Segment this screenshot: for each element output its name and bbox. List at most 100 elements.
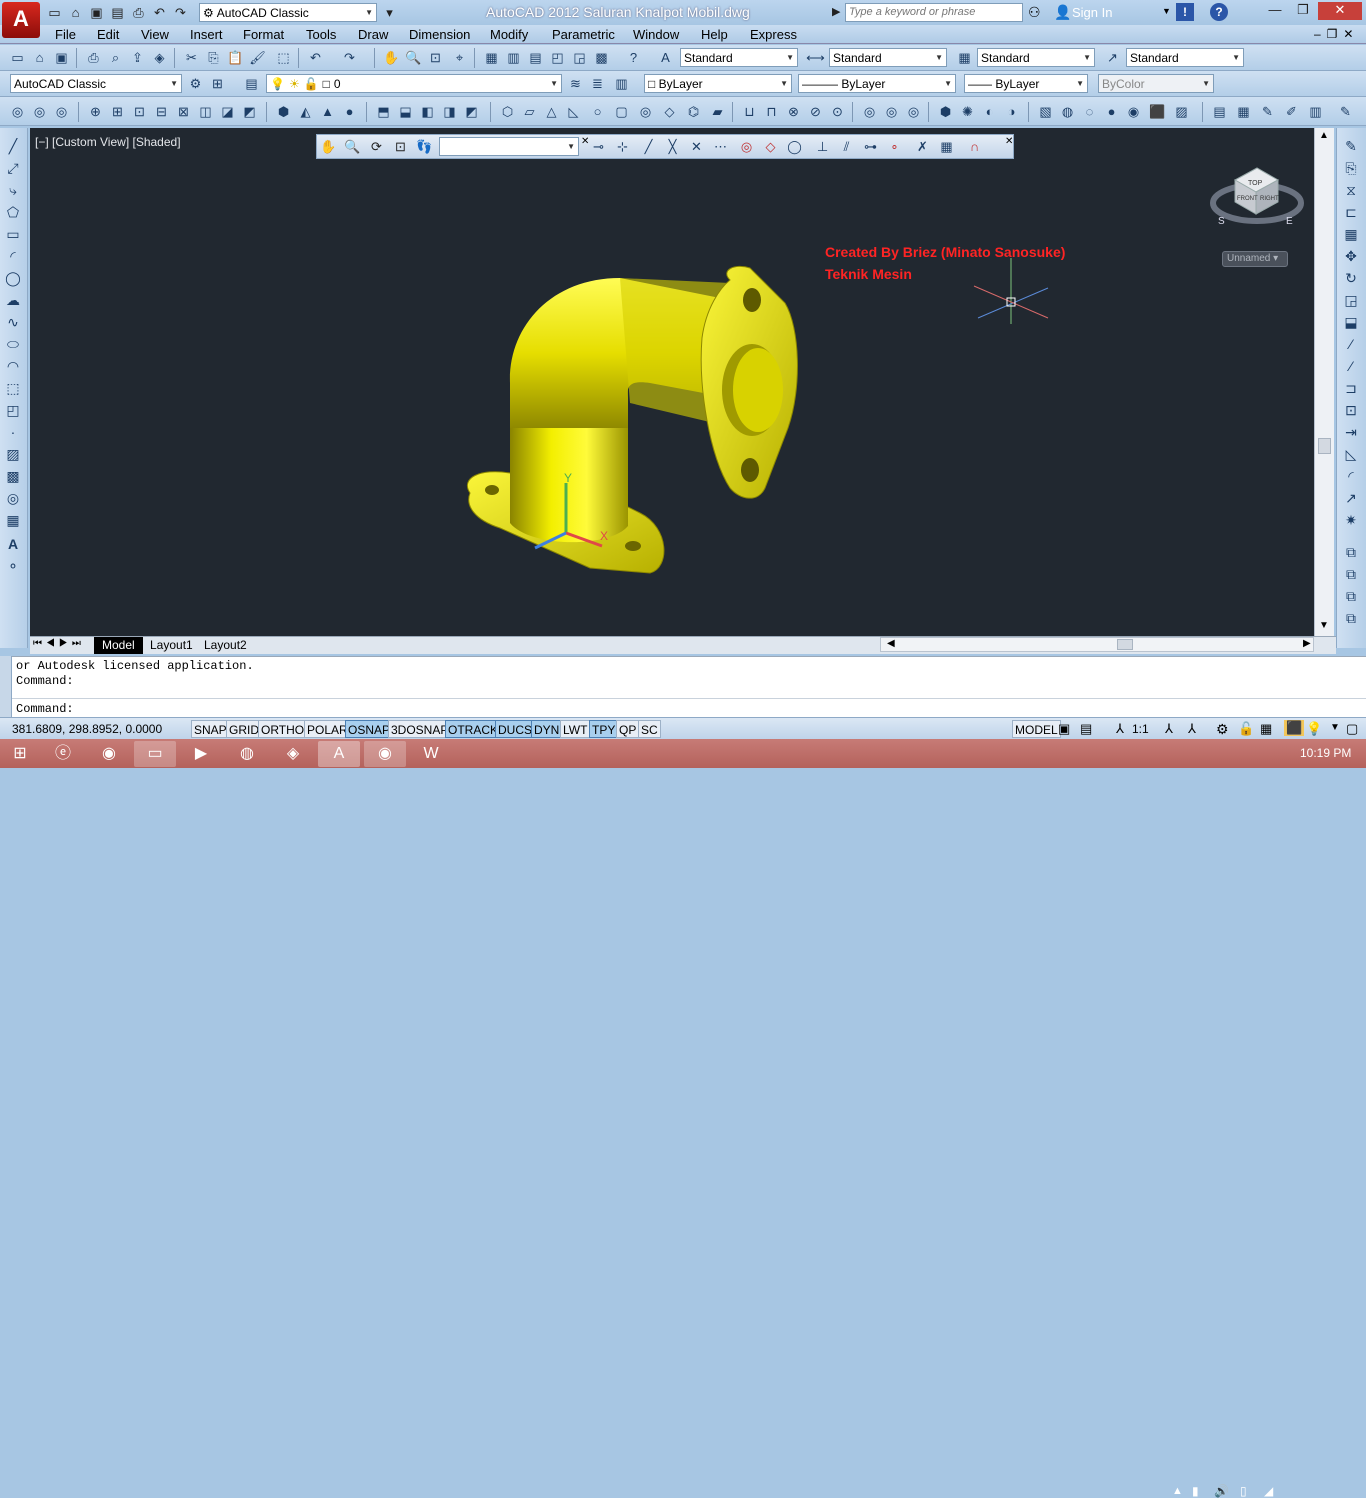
- user-icon[interactable]: 👤: [1054, 4, 1071, 21]
- workspace-switch-icon[interactable]: ⚙: [1216, 721, 1229, 738]
- ucs-zaxis-icon[interactable]: ◩: [240, 102, 259, 121]
- dim-style-icon[interactable]: ⟷: [806, 48, 825, 67]
- new-icon[interactable]: ▭: [46, 4, 63, 21]
- ucs-face-icon[interactable]: ⊟: [152, 102, 171, 121]
- blend-icon[interactable]: ↗: [1341, 488, 1361, 508]
- orbit-icon[interactable]: ◎: [8, 102, 27, 121]
- table-style-icon[interactable]: ▦: [955, 48, 974, 67]
- layer-state-icon[interactable]: ▥: [612, 74, 631, 93]
- tab-nav-icon[interactable]: ⏮◀▶⏭: [33, 638, 85, 649]
- dim-style-select[interactable]: Standard ▼: [829, 48, 947, 67]
- copy-icon[interactable]: ⎘: [1341, 158, 1361, 178]
- block-editor-icon[interactable]: ⬚: [274, 48, 293, 67]
- annotation-scale-value[interactable]: 1:1: [1132, 722, 1149, 736]
- command-prompt[interactable]: Command:: [16, 702, 74, 716]
- hatch-icon[interactable]: ▨: [3, 444, 23, 464]
- search-expand-icon[interactable]: ▶: [832, 5, 840, 18]
- snap-quadrant-icon[interactable]: ◎: [737, 137, 756, 156]
- chrome-window-icon[interactable]: ◉: [364, 741, 406, 767]
- sheet-set-icon[interactable]: ◰: [548, 48, 567, 67]
- status-sc[interactable]: SC: [638, 720, 661, 738]
- revcloud-icon[interactable]: ☁: [3, 290, 23, 310]
- move-icon[interactable]: ✥: [1341, 246, 1361, 266]
- isolate-objects-icon[interactable]: ⬛: [1284, 720, 1305, 736]
- spline-icon[interactable]: ∿: [3, 312, 23, 332]
- mtext-icon[interactable]: A: [3, 534, 23, 554]
- lights-icon[interactable]: ✺: [958, 102, 977, 121]
- draworder-under-icon[interactable]: ⧉: [1341, 608, 1361, 628]
- join-icon[interactable]: ⇥: [1341, 422, 1361, 442]
- wireframe-icon[interactable]: ◍: [1058, 102, 1077, 121]
- 3d-dwf-icon[interactable]: ◈: [150, 48, 169, 67]
- color-select[interactable]: □ ByLayer ▼: [644, 74, 792, 93]
- wedge2-icon[interactable]: ◺: [564, 102, 583, 121]
- cone-icon[interactable]: ▲: [318, 102, 337, 121]
- zoom-previous-icon[interactable]: ⌖: [450, 48, 469, 67]
- helix-icon[interactable]: ⌬: [684, 102, 703, 121]
- open-icon[interactable]: ⌂: [30, 48, 49, 67]
- workspace-switcher[interactable]: ⚙ AutoCAD Classic ▼: [199, 3, 377, 22]
- status-model[interactable]: MODEL: [1012, 720, 1061, 738]
- text-style-select[interactable]: Standard ▼: [680, 48, 798, 67]
- markup-set-icon[interactable]: ✎: [1258, 102, 1277, 121]
- planar-surface-icon[interactable]: ▱: [520, 102, 539, 121]
- calculator-icon[interactable]: ▩: [592, 48, 611, 67]
- sign-in-link[interactable]: Sign In: [1072, 5, 1112, 20]
- help-icon[interactable]: ?: [624, 48, 643, 67]
- match-properties-icon[interactable]: 🖌: [248, 48, 267, 67]
- menu-tools[interactable]: Tools: [306, 27, 336, 42]
- ie-icon[interactable]: ⓔ: [42, 741, 84, 767]
- scroll-left-icon[interactable]: ◀: [887, 638, 895, 649]
- named-views-select[interactable]: ▼: [439, 137, 579, 156]
- ellipse-icon[interactable]: ⬭: [3, 334, 23, 354]
- minimize-icon[interactable]: —: [1262, 2, 1288, 20]
- new-icon[interactable]: ▭: [8, 48, 27, 67]
- status-dyn[interactable]: DYN: [531, 720, 563, 738]
- draworder-front-icon[interactable]: ⧉: [1341, 542, 1361, 562]
- tab-layout2[interactable]: Layout2: [196, 637, 255, 654]
- conceptual-icon[interactable]: ◉: [1124, 102, 1143, 121]
- region-icon[interactable]: ◎: [3, 488, 23, 508]
- tray-expand-icon[interactable]: ▲: [1172, 1485, 1183, 1497]
- zoom-icon[interactable]: 🔍: [343, 137, 362, 156]
- ucs-icon[interactable]: ⊕: [86, 102, 105, 121]
- tool-palettes-icon[interactable]: ▤: [526, 48, 545, 67]
- offset-icon[interactable]: ⊏: [1341, 202, 1361, 222]
- annotation-visibility-icon[interactable]: ⅄: [1165, 721, 1173, 737]
- taskbar-clock[interactable]: 10:19 PM: [1300, 746, 1351, 760]
- scroll-down-icon[interactable]: ▼: [1319, 620, 1329, 631]
- magnet-icon[interactable]: ∩: [965, 137, 984, 156]
- open-icon[interactable]: ⌂: [67, 4, 84, 21]
- point-icon[interactable]: ·: [3, 422, 23, 442]
- sign-in-dropdown-icon[interactable]: ▼: [1162, 6, 1171, 16]
- loft-icon[interactable]: ◩: [462, 102, 481, 121]
- scale-icon[interactable]: ◲: [1341, 290, 1361, 310]
- table-icon[interactable]: ▦: [3, 510, 23, 530]
- extrude-icon[interactable]: ⬒: [374, 102, 393, 121]
- viewcube[interactable]: TOP FRONT RIGHT S E: [1210, 167, 1304, 227]
- viewport-controls-label[interactable]: [−] [Custom View] [Shaded]: [35, 135, 181, 149]
- stretch-icon[interactable]: ⬓: [1341, 312, 1361, 332]
- horizontal-scroll-thumb[interactable]: [1117, 639, 1133, 650]
- polygon-icon[interactable]: ⬠: [3, 202, 23, 222]
- cone2-icon[interactable]: ◇: [660, 102, 679, 121]
- express-icon[interactable]: ▥: [1306, 102, 1325, 121]
- layer-properties-icon[interactable]: ▤: [242, 74, 261, 93]
- array-icon[interactable]: ▦: [1341, 224, 1361, 244]
- autocad-taskbar-icon[interactable]: A: [318, 741, 360, 767]
- scroll-up-icon[interactable]: ▲: [1319, 130, 1329, 141]
- intersect-icon[interactable]: ⊗: [784, 102, 803, 121]
- fillet-icon[interactable]: ◜: [1341, 466, 1361, 486]
- pan-icon[interactable]: ✋: [319, 137, 338, 156]
- draworder-above-icon[interactable]: ⧉: [1341, 586, 1361, 606]
- visual-styles-icon[interactable]: ▧: [1036, 102, 1055, 121]
- lock-icon[interactable]: 🔓: [1238, 721, 1254, 737]
- layout-icon[interactable]: ▤: [1210, 102, 1229, 121]
- tab-layout1[interactable]: Layout1: [142, 637, 201, 654]
- saveas-icon[interactable]: ▤: [109, 4, 126, 21]
- vertical-scroll-thumb[interactable]: [1318, 438, 1331, 454]
- wifi-icon[interactable]: ◢: [1264, 1484, 1273, 1498]
- chamfer-icon[interactable]: ◺: [1341, 444, 1361, 464]
- save-icon[interactable]: ▣: [52, 48, 71, 67]
- qat-dropdown-icon[interactable]: ▾: [381, 4, 398, 21]
